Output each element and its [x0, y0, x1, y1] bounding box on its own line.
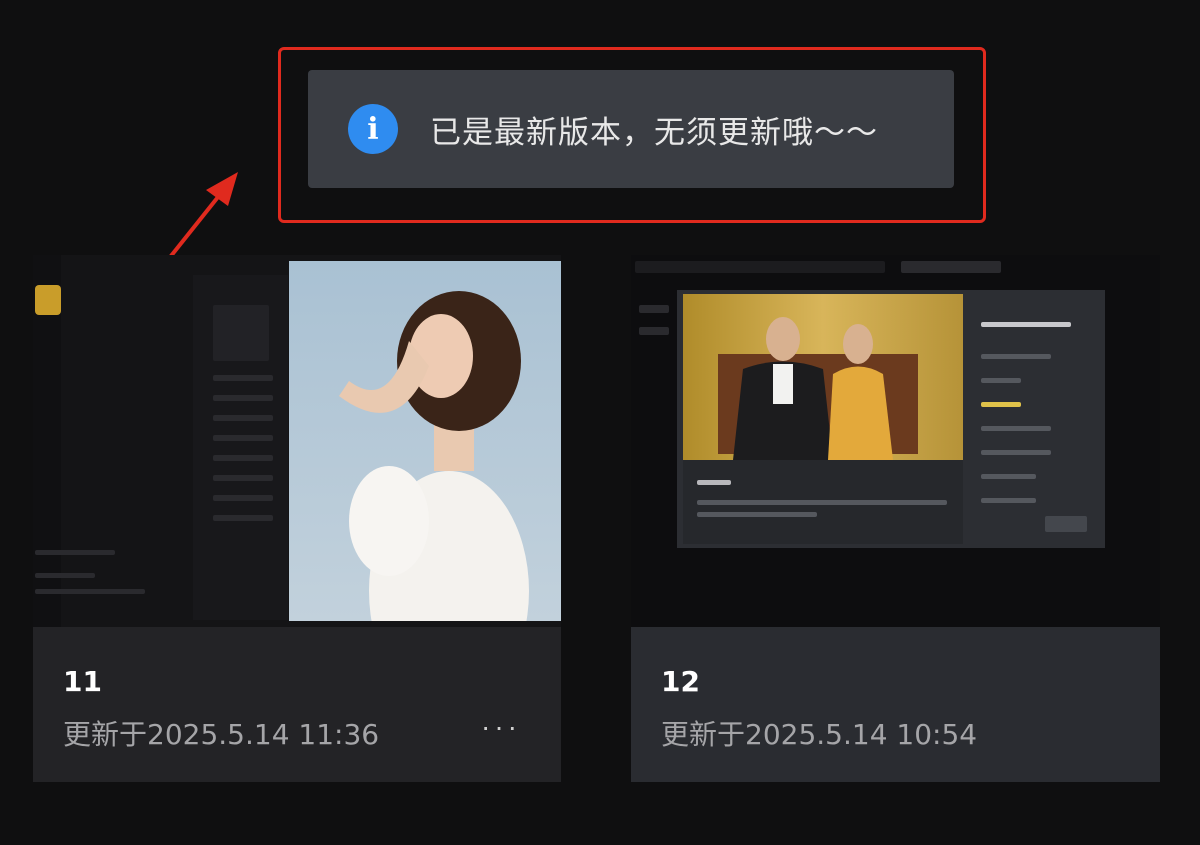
- dialog-caption: [683, 460, 963, 544]
- couple-illustration: [718, 317, 918, 460]
- thumbnail-text-line: [213, 395, 273, 401]
- thumbnail-toolbar: [901, 261, 1001, 273]
- thumbnail-text-line: [213, 495, 273, 501]
- feature-list-item-active: [981, 402, 1021, 407]
- thumbnail-text-line: [213, 515, 273, 521]
- card-title: 11: [63, 665, 102, 698]
- project-thumbnail-12[interactable]: [631, 255, 1160, 627]
- update-toast: i 已是最新版本，无须更新哦～～: [308, 70, 954, 188]
- info-icon: i: [348, 104, 398, 154]
- portrait-illustration: [339, 291, 529, 621]
- toast-message: 已是最新版本，无须更新哦～～: [430, 114, 878, 151]
- thumbnail-feature-dialog: [677, 290, 1105, 548]
- thumbnail-text-line: [35, 573, 95, 578]
- thumbnail-sidebar: [33, 255, 61, 627]
- thumbnail-text-line: [639, 327, 669, 335]
- app-logo-icon: [35, 285, 61, 315]
- portrait-photo: [289, 261, 561, 621]
- card-updated-time: 更新于2025.5.14 10:54: [661, 718, 978, 751]
- thumbnail-text-line: [213, 455, 273, 461]
- caption-text-line: [697, 500, 947, 505]
- feature-list-title: [981, 322, 1071, 327]
- more-options-icon[interactable]: ···: [481, 711, 521, 743]
- thumbnail-text-line: [213, 415, 273, 421]
- wedding-photo: [683, 294, 963, 460]
- feature-list-item: [981, 498, 1036, 503]
- dialog-feature-list: [969, 290, 1105, 548]
- thumbnail-text-line: [35, 550, 115, 555]
- card-title: 12: [661, 665, 700, 698]
- caption-text-line: [697, 512, 817, 517]
- thumbnail-text-line: [639, 305, 669, 313]
- feature-list-item: [981, 474, 1036, 479]
- thumbnail-text-line: [213, 475, 273, 481]
- feature-list-item: [981, 426, 1051, 431]
- feature-list-item: [981, 354, 1051, 359]
- dialog-next-button: [1045, 516, 1087, 532]
- feature-list-item: [981, 450, 1051, 455]
- feature-list-item: [981, 378, 1021, 383]
- thumbnail-search-bar: [635, 261, 885, 273]
- thumbnail-image-icon: [213, 305, 269, 361]
- caption-title-line: [697, 480, 731, 485]
- project-card-11[interactable]: 11 更新于2025.5.14 11:36 ···: [33, 627, 561, 782]
- card-updated-time: 更新于2025.5.14 11:36: [63, 718, 380, 751]
- thumbnail-text-line: [213, 375, 273, 381]
- project-thumbnail-11[interactable]: [33, 255, 561, 627]
- project-card-12[interactable]: 12 更新于2025.5.14 10:54: [631, 627, 1160, 782]
- thumbnail-text-line: [213, 435, 273, 441]
- thumbnail-text-line: [35, 589, 145, 594]
